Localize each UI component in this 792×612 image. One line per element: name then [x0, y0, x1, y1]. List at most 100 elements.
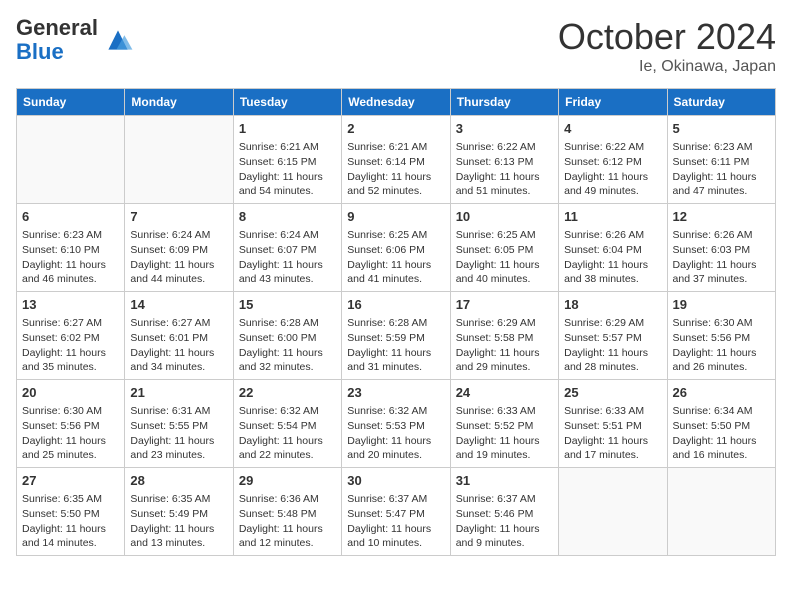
day-number: 21 [130, 384, 227, 402]
day-number: 9 [347, 208, 444, 226]
logo-icon [102, 24, 134, 56]
day-number: 26 [673, 384, 770, 402]
calendar-cell: 7 Sunrise: 6:24 AM Sunset: 6:09 PM Daylig… [125, 204, 233, 292]
day-number: 15 [239, 296, 336, 314]
calendar-cell: 22Sunrise: 6:32 AM Sunset: 5:54 PM Dayli… [233, 380, 341, 468]
week-row-3: 13 Sunrise: 6:27 AM Sunset: 6:02 PM Dayli… [17, 292, 776, 380]
day-number: 28 [130, 472, 227, 490]
day-number: 4 [564, 120, 661, 138]
day-info: Sunrise: 6:33 AM Sunset: 5:52 PM Dayligh… [456, 404, 553, 463]
day-number: 8 [239, 208, 336, 226]
calendar-cell: 27Sunrise: 6:35 AM Sunset: 5:50 PM Dayli… [17, 468, 125, 556]
calendar-cell [667, 468, 775, 556]
day-info: Sunrise: 6:27 AM Sunset: 6:01 PM Dayligh… [130, 316, 227, 375]
calendar-cell: 12 Sunrise: 6:26 AM Sunset: 6:03 PM Dayli… [667, 204, 775, 292]
day-number: 16 [347, 296, 444, 314]
calendar-cell [17, 116, 125, 204]
day-number: 19 [673, 296, 770, 314]
day-number: 24 [456, 384, 553, 402]
week-row-1: 1 Sunrise: 6:21 AM Sunset: 6:15 PM Daylig… [17, 116, 776, 204]
day-info: Sunrise: 6:32 AM Sunset: 5:53 PM Dayligh… [347, 404, 444, 463]
calendar-cell: 23 Sunrise: 6:32 AM Sunset: 5:53 PM Dayli… [342, 380, 450, 468]
day-number: 2 [347, 120, 444, 138]
day-info: Sunrise: 6:26 AM Sunset: 6:03 PM Dayligh… [673, 228, 770, 287]
location-title: Ie, Okinawa, Japan [558, 58, 776, 76]
day-number: 12 [673, 208, 770, 226]
day-number: 18 [564, 296, 661, 314]
day-info: Sunrise: 6:29 AM Sunset: 5:58 PM Dayligh… [456, 316, 553, 375]
calendar-cell [125, 116, 233, 204]
page-header: General Blue October 2024 Ie, Okinawa, J… [16, 16, 776, 76]
calendar-cell: 10Sunrise: 6:25 AM Sunset: 6:05 PM Dayli… [450, 204, 558, 292]
day-number: 3 [456, 120, 553, 138]
calendar-table: SundayMondayTuesdayWednesdayThursdayFrid… [16, 88, 776, 556]
day-info: Sunrise: 6:21 AM Sunset: 6:15 PM Dayligh… [239, 140, 336, 199]
calendar-cell: 2 Sunrise: 6:21 AM Sunset: 6:14 PM Daylig… [342, 116, 450, 204]
header-day-saturday: Saturday [667, 89, 775, 116]
calendar-cell: 11Sunrise: 6:26 AM Sunset: 6:04 PM Dayli… [559, 204, 667, 292]
day-info: Sunrise: 6:23 AM Sunset: 6:10 PM Dayligh… [22, 228, 119, 287]
day-info: Sunrise: 6:25 AM Sunset: 6:06 PM Dayligh… [347, 228, 444, 287]
calendar-cell: 19Sunrise: 6:30 AM Sunset: 5:56 PM Dayli… [667, 292, 775, 380]
logo: General Blue [16, 16, 134, 64]
calendar-cell: 15 Sunrise: 6:28 AM Sunset: 6:00 PM Dayli… [233, 292, 341, 380]
month-title: October 2024 [558, 16, 776, 58]
day-number: 7 [130, 208, 227, 226]
header-day-tuesday: Tuesday [233, 89, 341, 116]
day-number: 6 [22, 208, 119, 226]
header-day-sunday: Sunday [17, 89, 125, 116]
header-day-friday: Friday [559, 89, 667, 116]
calendar-cell: 18 Sunrise: 6:29 AM Sunset: 5:57 PM Dayli… [559, 292, 667, 380]
calendar-cell: 25 Sunrise: 6:33 AM Sunset: 5:51 PM Dayli… [559, 380, 667, 468]
week-row-5: 27Sunrise: 6:35 AM Sunset: 5:50 PM Dayli… [17, 468, 776, 556]
logo-blue: Blue [16, 39, 64, 64]
calendar-cell: 1 Sunrise: 6:21 AM Sunset: 6:15 PM Daylig… [233, 116, 341, 204]
day-info: Sunrise: 6:25 AM Sunset: 6:05 PM Dayligh… [456, 228, 553, 287]
day-info: Sunrise: 6:23 AM Sunset: 6:11 PM Dayligh… [673, 140, 770, 199]
day-info: Sunrise: 6:24 AM Sunset: 6:09 PM Dayligh… [130, 228, 227, 287]
day-info: Sunrise: 6:32 AM Sunset: 5:54 PM Dayligh… [239, 404, 336, 463]
calendar-cell: 26 Sunrise: 6:34 AM Sunset: 5:50 PM Dayli… [667, 380, 775, 468]
calendar-cell: 20Sunrise: 6:30 AM Sunset: 5:56 PM Dayli… [17, 380, 125, 468]
day-info: Sunrise: 6:37 AM Sunset: 5:46 PM Dayligh… [456, 492, 553, 551]
calendar-cell: 16 Sunrise: 6:28 AM Sunset: 5:59 PM Dayli… [342, 292, 450, 380]
day-info: Sunrise: 6:28 AM Sunset: 6:00 PM Dayligh… [239, 316, 336, 375]
calendar-cell [559, 468, 667, 556]
calendar-cell: 5 Sunrise: 6:23 AM Sunset: 6:11 PM Daylig… [667, 116, 775, 204]
day-info: Sunrise: 6:35 AM Sunset: 5:49 PM Dayligh… [130, 492, 227, 551]
calendar-cell: 31 Sunrise: 6:37 AM Sunset: 5:46 PM Dayli… [450, 468, 558, 556]
day-info: Sunrise: 6:35 AM Sunset: 5:50 PM Dayligh… [22, 492, 119, 551]
day-info: Sunrise: 6:22 AM Sunset: 6:13 PM Dayligh… [456, 140, 553, 199]
day-number: 5 [673, 120, 770, 138]
day-info: Sunrise: 6:29 AM Sunset: 5:57 PM Dayligh… [564, 316, 661, 375]
day-number: 25 [564, 384, 661, 402]
day-info: Sunrise: 6:24 AM Sunset: 6:07 PM Dayligh… [239, 228, 336, 287]
day-number: 29 [239, 472, 336, 490]
day-info: Sunrise: 6:30 AM Sunset: 5:56 PM Dayligh… [22, 404, 119, 463]
logo-general: General [16, 15, 98, 40]
day-info: Sunrise: 6:21 AM Sunset: 6:14 PM Dayligh… [347, 140, 444, 199]
day-info: Sunrise: 6:34 AM Sunset: 5:50 PM Dayligh… [673, 404, 770, 463]
day-number: 17 [456, 296, 553, 314]
day-info: Sunrise: 6:33 AM Sunset: 5:51 PM Dayligh… [564, 404, 661, 463]
calendar-cell: 3 Sunrise: 6:22 AM Sunset: 6:13 PM Daylig… [450, 116, 558, 204]
day-number: 23 [347, 384, 444, 402]
calendar-cell: 28 Sunrise: 6:35 AM Sunset: 5:49 PM Dayli… [125, 468, 233, 556]
day-info: Sunrise: 6:36 AM Sunset: 5:48 PM Dayligh… [239, 492, 336, 551]
day-number: 31 [456, 472, 553, 490]
calendar-cell: 21Sunrise: 6:31 AM Sunset: 5:55 PM Dayli… [125, 380, 233, 468]
header-day-thursday: Thursday [450, 89, 558, 116]
calendar-header-row: SundayMondayTuesdayWednesdayThursdayFrid… [17, 89, 776, 116]
day-info: Sunrise: 6:27 AM Sunset: 6:02 PM Dayligh… [22, 316, 119, 375]
calendar-cell: 6 Sunrise: 6:23 AM Sunset: 6:10 PM Daylig… [17, 204, 125, 292]
calendar-cell: 17 Sunrise: 6:29 AM Sunset: 5:58 PM Dayli… [450, 292, 558, 380]
day-info: Sunrise: 6:28 AM Sunset: 5:59 PM Dayligh… [347, 316, 444, 375]
day-number: 13 [22, 296, 119, 314]
day-info: Sunrise: 6:26 AM Sunset: 6:04 PM Dayligh… [564, 228, 661, 287]
week-row-2: 6 Sunrise: 6:23 AM Sunset: 6:10 PM Daylig… [17, 204, 776, 292]
day-number: 1 [239, 120, 336, 138]
day-info: Sunrise: 6:22 AM Sunset: 6:12 PM Dayligh… [564, 140, 661, 199]
calendar-cell: 30Sunrise: 6:37 AM Sunset: 5:47 PM Dayli… [342, 468, 450, 556]
calendar-cell: 29 Sunrise: 6:36 AM Sunset: 5:48 PM Dayli… [233, 468, 341, 556]
title-block: October 2024 Ie, Okinawa, Japan [558, 16, 776, 76]
